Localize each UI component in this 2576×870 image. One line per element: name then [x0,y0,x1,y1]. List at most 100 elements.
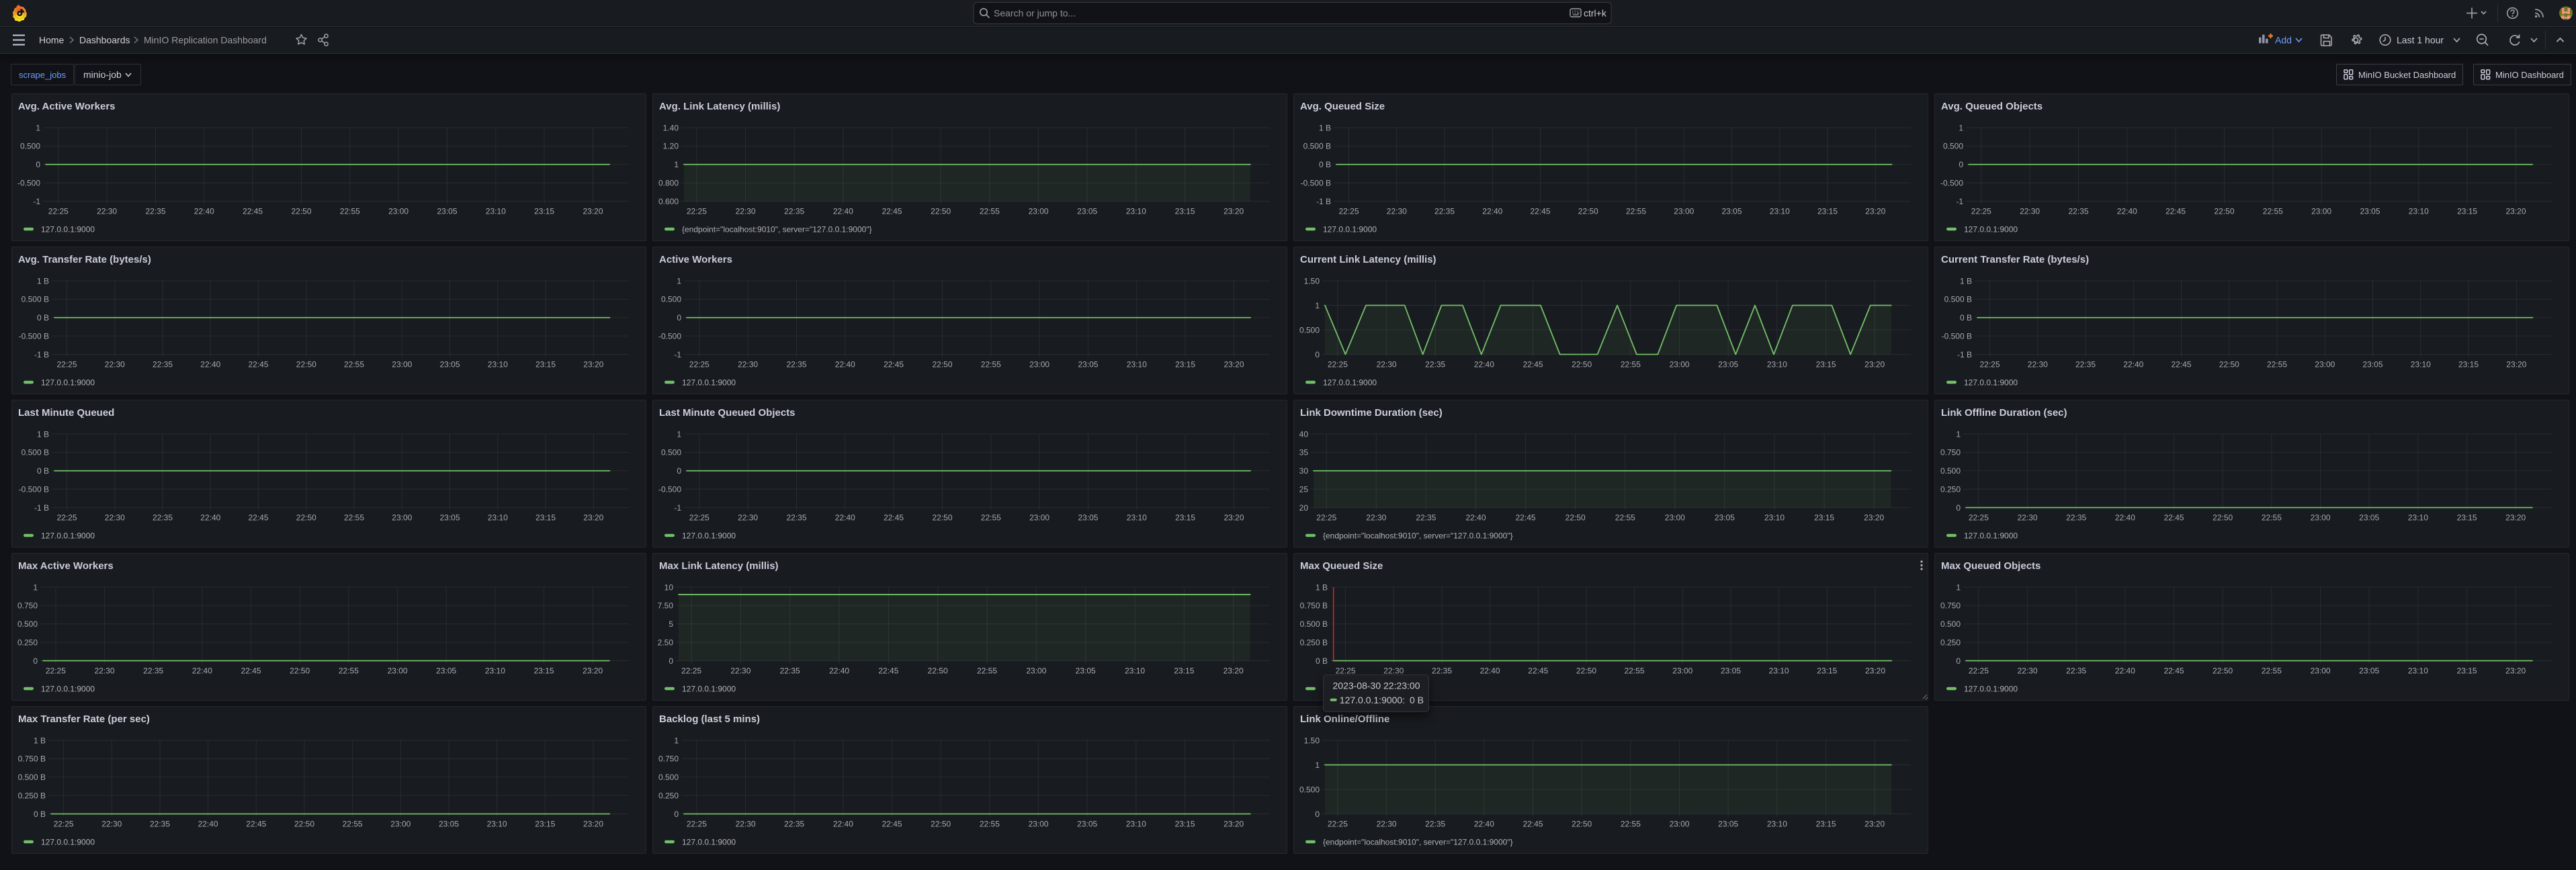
svg-text:1: 1 [677,429,681,439]
svg-text:22:45: 22:45 [882,820,902,829]
svg-text:22:25: 22:25 [681,666,701,676]
svg-text:23:00: 23:00 [1665,513,1685,523]
svg-text:22:50: 22:50 [1572,820,1592,829]
svg-text:22:35: 22:35 [2066,513,2086,523]
svg-text:22:35: 22:35 [784,820,804,829]
svg-text:-1 B: -1 B [34,503,49,513]
svg-text:22:50: 22:50 [1576,666,1596,676]
svg-text:23:00: 23:00 [392,360,412,369]
svg-text:127.0.0.1:9000: 127.0.0.1:9000 [41,378,95,388]
svg-text:22:45: 22:45 [2165,207,2186,216]
svg-text:23:15: 23:15 [1175,513,1195,523]
svg-text:{endpoint="localhost:9010", se: {endpoint="localhost:9010", server="127.… [1323,531,1513,541]
svg-text:22:40: 22:40 [829,666,849,676]
svg-text:10: 10 [664,582,674,592]
svg-text:23:20: 23:20 [1865,207,1885,216]
svg-text:22:40: 22:40 [1465,513,1486,523]
svg-text:22:50: 22:50 [2214,207,2234,216]
svg-text:23:05: 23:05 [1076,666,1096,676]
svg-text:127.0.0.1:9000: 127.0.0.1:9000 [41,838,95,847]
svg-text:0.500: 0.500 [661,295,681,304]
svg-text:Avg. Active Workers: Avg. Active Workers [18,101,116,112]
svg-text:Backlog (last 5 mins): Backlog (last 5 mins) [659,713,760,725]
svg-text:23:20: 23:20 [1864,360,1885,369]
svg-text:1 B: 1 B [37,429,49,439]
svg-text:23:00: 23:00 [2311,513,2331,523]
svg-text:22:50: 22:50 [291,207,311,216]
svg-text:30: 30 [1299,466,1309,476]
svg-text:23:15: 23:15 [535,513,556,523]
svg-text:Current Transfer Rate (bytes/s: Current Transfer Rate (bytes/s) [1941,254,2089,265]
svg-text:22:45: 22:45 [2164,666,2184,676]
svg-text:Last Minute Queued Objects: Last Minute Queued Objects [659,407,796,419]
svg-text:23:20: 23:20 [1223,207,1244,216]
svg-text:Avg. Queued Size: Avg. Queued Size [1300,101,1385,112]
svg-text:1: 1 [1956,429,1961,439]
svg-text:23:15: 23:15 [534,207,554,216]
svg-text:1: 1 [36,123,40,132]
svg-text:23:20: 23:20 [1223,513,1244,523]
svg-text:22:55: 22:55 [2263,207,2283,216]
svg-text:23:00: 23:00 [2311,207,2331,216]
svg-text:Avg. Transfer Rate (bytes/s): Avg. Transfer Rate (bytes/s) [18,254,151,265]
svg-text:22:35: 22:35 [153,513,173,523]
svg-text:22:55: 22:55 [344,360,364,369]
svg-text:22:45: 22:45 [248,360,268,369]
svg-text:-0.500 B: -0.500 B [19,484,49,494]
svg-text:0.500: 0.500 [1940,619,1961,629]
svg-text:23:05: 23:05 [1078,360,1098,369]
svg-text:22:40: 22:40 [192,666,212,676]
svg-text:22:45: 22:45 [241,666,261,676]
svg-text:127.0.0.1:9000: 127.0.0.1:9000 [41,531,95,541]
svg-text:0.750 B: 0.750 B [1300,601,1328,611]
svg-text:127.0.0.1:9000: 127.0.0.1:9000 [41,685,95,694]
svg-text:0 B: 0 B [1960,313,1972,322]
svg-text:MinIO Replication Dashboard: MinIO Replication Dashboard [144,34,267,45]
svg-text:Add: Add [2275,34,2292,45]
svg-text:0.500: 0.500 [1299,785,1320,794]
svg-text:127.0.0.1:9000: 127.0.0.1:9000 [1964,225,2018,234]
svg-text:22:50: 22:50 [1572,360,1592,369]
svg-text:23:15: 23:15 [1816,360,1836,369]
svg-text:23:10: 23:10 [1126,207,1146,216]
svg-text:22:50: 22:50 [296,360,316,369]
svg-text:Link Downtime Duration (sec): Link Downtime Duration (sec) [1300,407,1443,419]
svg-text:0: 0 [1956,503,1961,513]
svg-text:22:50: 22:50 [296,513,316,523]
svg-text:0 B: 0 B [1319,160,1331,169]
svg-text:1 B: 1 B [37,276,49,286]
svg-text:0.500 B: 0.500 B [1300,619,1328,629]
svg-text:23:05: 23:05 [2360,207,2380,216]
svg-text:22:45: 22:45 [884,513,904,523]
svg-text:Home: Home [39,34,65,45]
svg-text:0: 0 [36,160,40,169]
svg-text:22:50: 22:50 [1578,207,1598,216]
svg-text:0.250: 0.250 [658,791,679,800]
svg-text:Max Active Workers: Max Active Workers [18,560,114,572]
svg-text:23:00: 23:00 [1670,820,1690,829]
svg-text:23:10: 23:10 [2408,666,2428,676]
svg-text:22:55: 22:55 [1625,666,1645,676]
svg-text:22:40: 22:40 [2115,666,2135,676]
svg-text:ctrl+k: ctrl+k [1584,7,1607,18]
svg-text:0 B: 0 B [1410,695,1424,705]
svg-text:22:30: 22:30 [1377,360,1397,369]
svg-text:22:55: 22:55 [339,666,359,676]
svg-text:23:00: 23:00 [2311,666,2331,676]
svg-text:1: 1 [1315,301,1320,310]
svg-text:0.500: 0.500 [1299,325,1320,335]
svg-text:23:05: 23:05 [1077,820,1097,829]
svg-text:22:35: 22:35 [143,666,163,676]
svg-text:-1: -1 [1956,197,1963,206]
svg-text:23:00: 23:00 [392,513,412,523]
svg-text:22:55: 22:55 [980,820,1000,829]
svg-text:Link Offline Duration (sec): Link Offline Duration (sec) [1941,407,2067,419]
svg-text:22:55: 22:55 [1621,360,1641,369]
svg-text:2.50: 2.50 [658,638,674,647]
svg-text:22:40: 22:40 [1474,360,1494,369]
svg-text:23:05: 23:05 [1718,820,1738,829]
svg-text:22:40: 22:40 [1474,820,1494,829]
svg-text:22:35: 22:35 [1416,513,1436,523]
svg-text:127.0.0.1:9000:: 127.0.0.1:9000: [1340,695,1405,705]
svg-text:22:45: 22:45 [1523,820,1543,829]
